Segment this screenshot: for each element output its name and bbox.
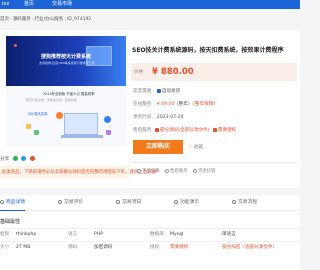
attr-value: 单语言	[222, 232, 236, 237]
favorite-button[interactable]: ♡ 收藏	[188, 144, 203, 150]
prefix-label: 是否需要	[133, 89, 152, 94]
tab-process[interactable]: 交易流程	[232, 199, 257, 207]
pin-graphic	[56, 112, 63, 119]
guarantee-icon	[164, 168, 169, 173]
attr-key: 数据库	[150, 232, 164, 237]
feature-icon	[34, 130, 39, 135]
tab-reviews[interactable]: 交易评价	[58, 199, 83, 207]
divider	[131, 162, 297, 163]
laptop-graphic	[61, 113, 103, 138]
breadcrumb-separator: ›	[31, 17, 34, 22]
prefix-value: 自动发货	[161, 89, 181, 94]
share-label: 分享	[0, 157, 10, 162]
attr-value: 部分加密（含部分源文件）	[222, 245, 278, 250]
tab-demo[interactable]: 功能演示	[174, 199, 199, 207]
feature-line: 按天计费系统 · 支持多平台 · 自动扣费	[26, 98, 77, 102]
attr-value: PHP	[94, 232, 103, 237]
breadcrumb-item: ID_974192	[66, 17, 92, 22]
breadcrumb-item[interactable]: 源码服务	[13, 17, 31, 22]
nav-market[interactable]: 交易市场	[52, 1, 72, 8]
notice-icon	[116, 199, 120, 204]
product-title: SEO技关计费系统源码，按天扣费系统，按效果计费程序	[132, 47, 284, 54]
feature-title: 2023年全新版 节省人力 提高效率	[43, 92, 95, 96]
guarantee-icon	[137, 168, 141, 173]
update-value: 2023-07-24	[156, 115, 184, 120]
attr-value: thinkphp	[16, 232, 37, 237]
tab-notice[interactable]: 交易须知	[116, 199, 141, 207]
info-row-service: 在线服务 ¥ 69.00 (整年) [整年保障]	[133, 101, 215, 108]
product-feature-graphic: 2023年全新版 节省人力 提高效率 按天计费系统 · 支持多平台 · 自动扣费…	[6, 86, 126, 147]
price-label: 价格	[134, 70, 144, 75]
detail-tabs: 商品详情 交易评价 交易须知 功能演示 交易流程	[0, 195, 300, 211]
banner-dot	[14, 44, 17, 47]
banner-subtitle: 支持搜狗/百度/360等多搜索引擎按天计费	[39, 61, 95, 65]
tab-details[interactable]: 商品详情	[0, 199, 26, 211]
feature-title-2: SEO按天扣费	[28, 112, 48, 116]
service-extra: (整年)	[176, 102, 190, 107]
support-auth: 需要授权	[217, 128, 237, 133]
support-label: 售后服务	[133, 128, 152, 133]
share-row: 分享	[0, 156, 35, 164]
service-item: 资金托管	[197, 169, 216, 174]
breadcrumb: 首页›源码服务›行业/办公服务›ID_974192	[0, 16, 91, 23]
banner-title: 搜狗推荐按天计费系统	[41, 54, 92, 60]
guarantee-icon	[192, 168, 197, 173]
service-label: 在线服务	[133, 102, 152, 107]
attr-value: Mysql	[170, 232, 184, 237]
service-tag[interactable]: [整年保障]	[193, 102, 215, 107]
product-image[interactable]: 搜狗推荐按天计费系统 支持搜狗/百度/360等多搜索引擎按天计费 2023年全新…	[6, 36, 126, 147]
feature-icon	[26, 124, 31, 129]
support-extra: (全部分源文件)	[178, 128, 210, 133]
support-value: 部分源码	[159, 128, 179, 133]
attr-value: 需要授权	[170, 245, 189, 250]
pin-graphic	[104, 116, 111, 123]
update-label: 更新时间	[133, 115, 152, 120]
flag-icon	[154, 127, 159, 132]
flag-icon	[212, 127, 217, 132]
attr-value: 27 MB	[16, 245, 31, 250]
divider	[0, 241, 300, 242]
breadcrumb-item[interactable]: 行业/办公服务	[35, 17, 64, 22]
top-nav-bar: lex 首页 交易市场	[0, 0, 300, 9]
attribute-table: 基础属性 框架 thinkphp 语言 PHP 数据库 Mysql 单语言 大小…	[0, 211, 300, 270]
service-item: 正品保障	[142, 169, 160, 174]
price-value: ¥ 880.00	[152, 67, 194, 77]
attr-value: 加密源码	[94, 245, 113, 250]
attr-key: 语言	[68, 232, 78, 237]
buy-now-button[interactable]: 立即购买	[133, 140, 183, 154]
info-row-prefix: 是否需要 自动发货	[133, 88, 180, 95]
info-row-update: 更新时间 2023-07-24	[133, 114, 184, 121]
attr-key: 源码	[68, 245, 78, 250]
attr-key: 大小	[0, 245, 10, 250]
demo-icon	[174, 199, 178, 204]
attr-key: 授权	[150, 245, 160, 250]
divider	[0, 228, 300, 229]
price-box: 价格 ¥ 880.00	[131, 63, 297, 81]
attribute-heading: 基础属性	[0, 219, 21, 225]
service-value: ¥ 69.00	[156, 102, 175, 107]
wechat-icon[interactable]	[12, 156, 18, 161]
breadcrumb-item[interactable]: 首页	[0, 17, 9, 22]
breadcrumb-separator: ›	[64, 17, 66, 22]
weibo-icon[interactable]	[29, 156, 35, 161]
qq-icon[interactable]	[21, 156, 27, 161]
service-item: 售后服务	[169, 169, 188, 174]
feature-icon	[106, 130, 111, 135]
info-row-support: 售后服务 部分源码(全部分源文件) 需要授权	[133, 127, 236, 134]
favorite-label: 收藏	[193, 145, 203, 150]
product-panel: 搜狗推荐按天计费系统 支持搜狗/百度/360等多搜索引擎按天计费 2023年全新…	[0, 30, 300, 188]
product-banner: 搜狗推荐按天计费系统 支持搜狗/百度/360等多搜索引擎按天计费	[6, 36, 126, 86]
process-icon	[232, 199, 236, 204]
check-icon	[156, 88, 161, 93]
nav-home[interactable]: 首页	[24, 1, 34, 8]
site-brand[interactable]: lex	[2, 1, 9, 8]
attr-key: 框架	[0, 232, 10, 237]
details-icon	[0, 199, 4, 204]
warning-notice: 此类商品，下单前请务必与卖家确认源码是否完整可用后再下单，谨防上当受骗！	[0, 166, 160, 178]
reviews-icon	[58, 199, 62, 204]
breadcrumb-separator: ›	[10, 17, 12, 22]
service-guarantees: 正品保障 售后服务 资金托管	[133, 168, 216, 174]
